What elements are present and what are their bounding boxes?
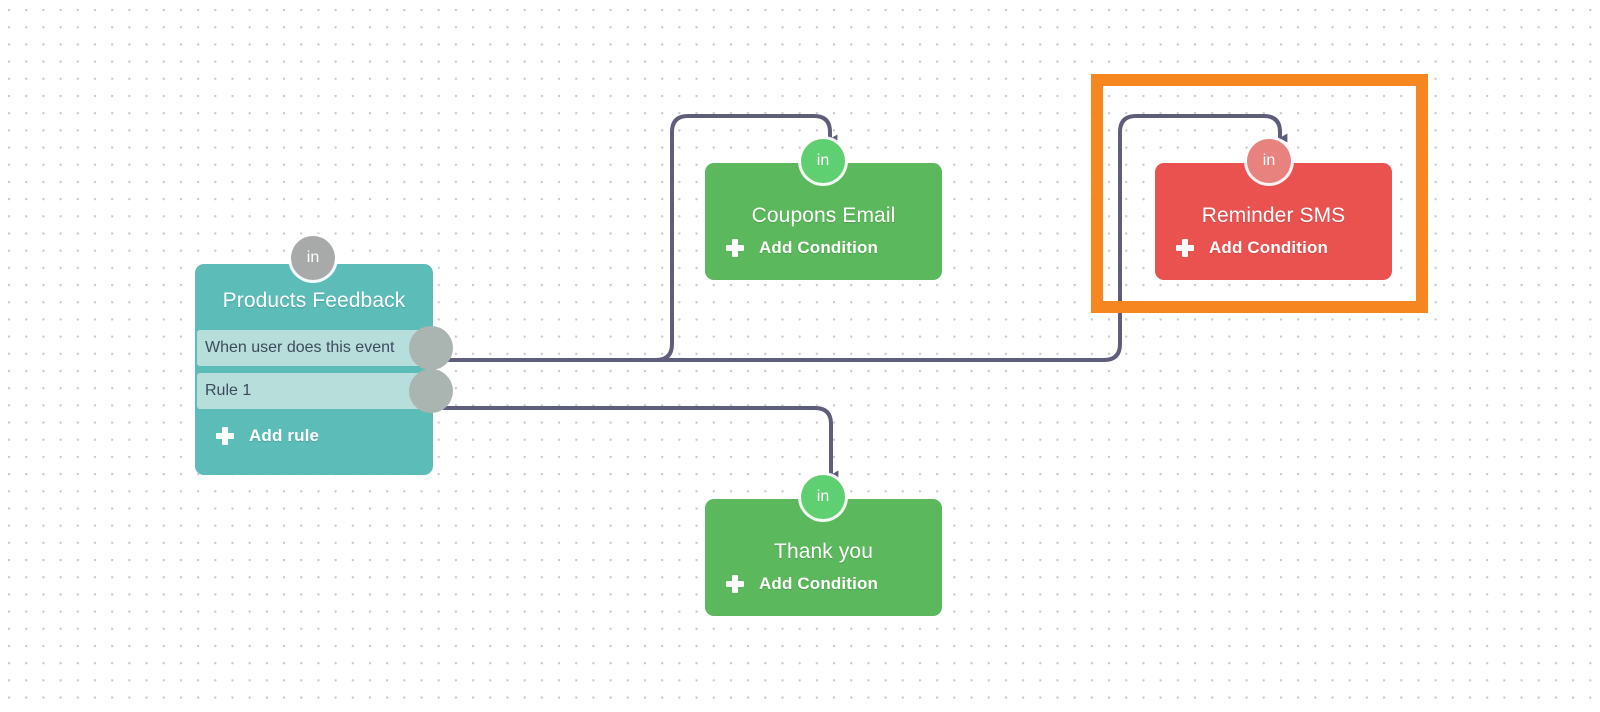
in-port-badge-coupons-email[interactable]: in: [801, 139, 845, 183]
rule-row-event[interactable]: When user does this event: [197, 326, 453, 370]
plus-icon: [215, 426, 235, 446]
plus-icon: [725, 574, 745, 594]
node-title-thank-you: Thank you: [774, 540, 873, 563]
rule-row-event-label: When user does this event: [205, 339, 395, 356]
in-port-badge-trigger[interactable]: in: [291, 236, 335, 280]
edge-rule1-to-thankyou: [442, 406, 839, 480]
add-rule-label: Add rule: [249, 426, 320, 445]
out-port-event[interactable]: [409, 326, 453, 370]
rule-row-rule1-label: Rule 1: [205, 382, 252, 399]
node-title-reminder-sms: Reminder SMS: [1201, 204, 1346, 227]
workflow-canvas[interactable]: in Products Feedback When user does this…: [0, 0, 1600, 712]
node-reminder-sms[interactable]: in Reminder SMS Add Condition: [1155, 139, 1392, 280]
rule-row-rule1[interactable]: Rule 1: [197, 369, 453, 413]
add-condition-label: Add Condition: [759, 238, 879, 257]
plus-icon: [1175, 238, 1195, 258]
add-condition-button-coupons-email[interactable]: Add Condition: [725, 238, 942, 258]
node-thank-you[interactable]: in Thank you Add Condition: [705, 475, 942, 616]
in-port-badge-thank-you[interactable]: in: [801, 475, 845, 519]
node-title-products-feedback: Products Feedback: [222, 289, 406, 312]
out-port-rule1[interactable]: [409, 369, 453, 413]
node-products-feedback[interactable]: in Products Feedback When user does this…: [195, 236, 453, 475]
plus-icon: [725, 238, 745, 258]
node-title-coupons-email: Coupons Email: [751, 204, 896, 227]
add-condition-button-thank-you[interactable]: Add Condition: [725, 574, 942, 594]
add-condition-label: Add Condition: [1209, 238, 1329, 257]
in-port-badge-reminder-sms[interactable]: in: [1247, 139, 1291, 183]
add-rule-button[interactable]: Add rule: [215, 426, 433, 446]
node-coupons-email[interactable]: in Coupons Email Add Condition: [705, 139, 942, 280]
add-condition-button-reminder-sms[interactable]: Add Condition: [1175, 238, 1392, 258]
add-condition-label: Add Condition: [759, 574, 879, 593]
